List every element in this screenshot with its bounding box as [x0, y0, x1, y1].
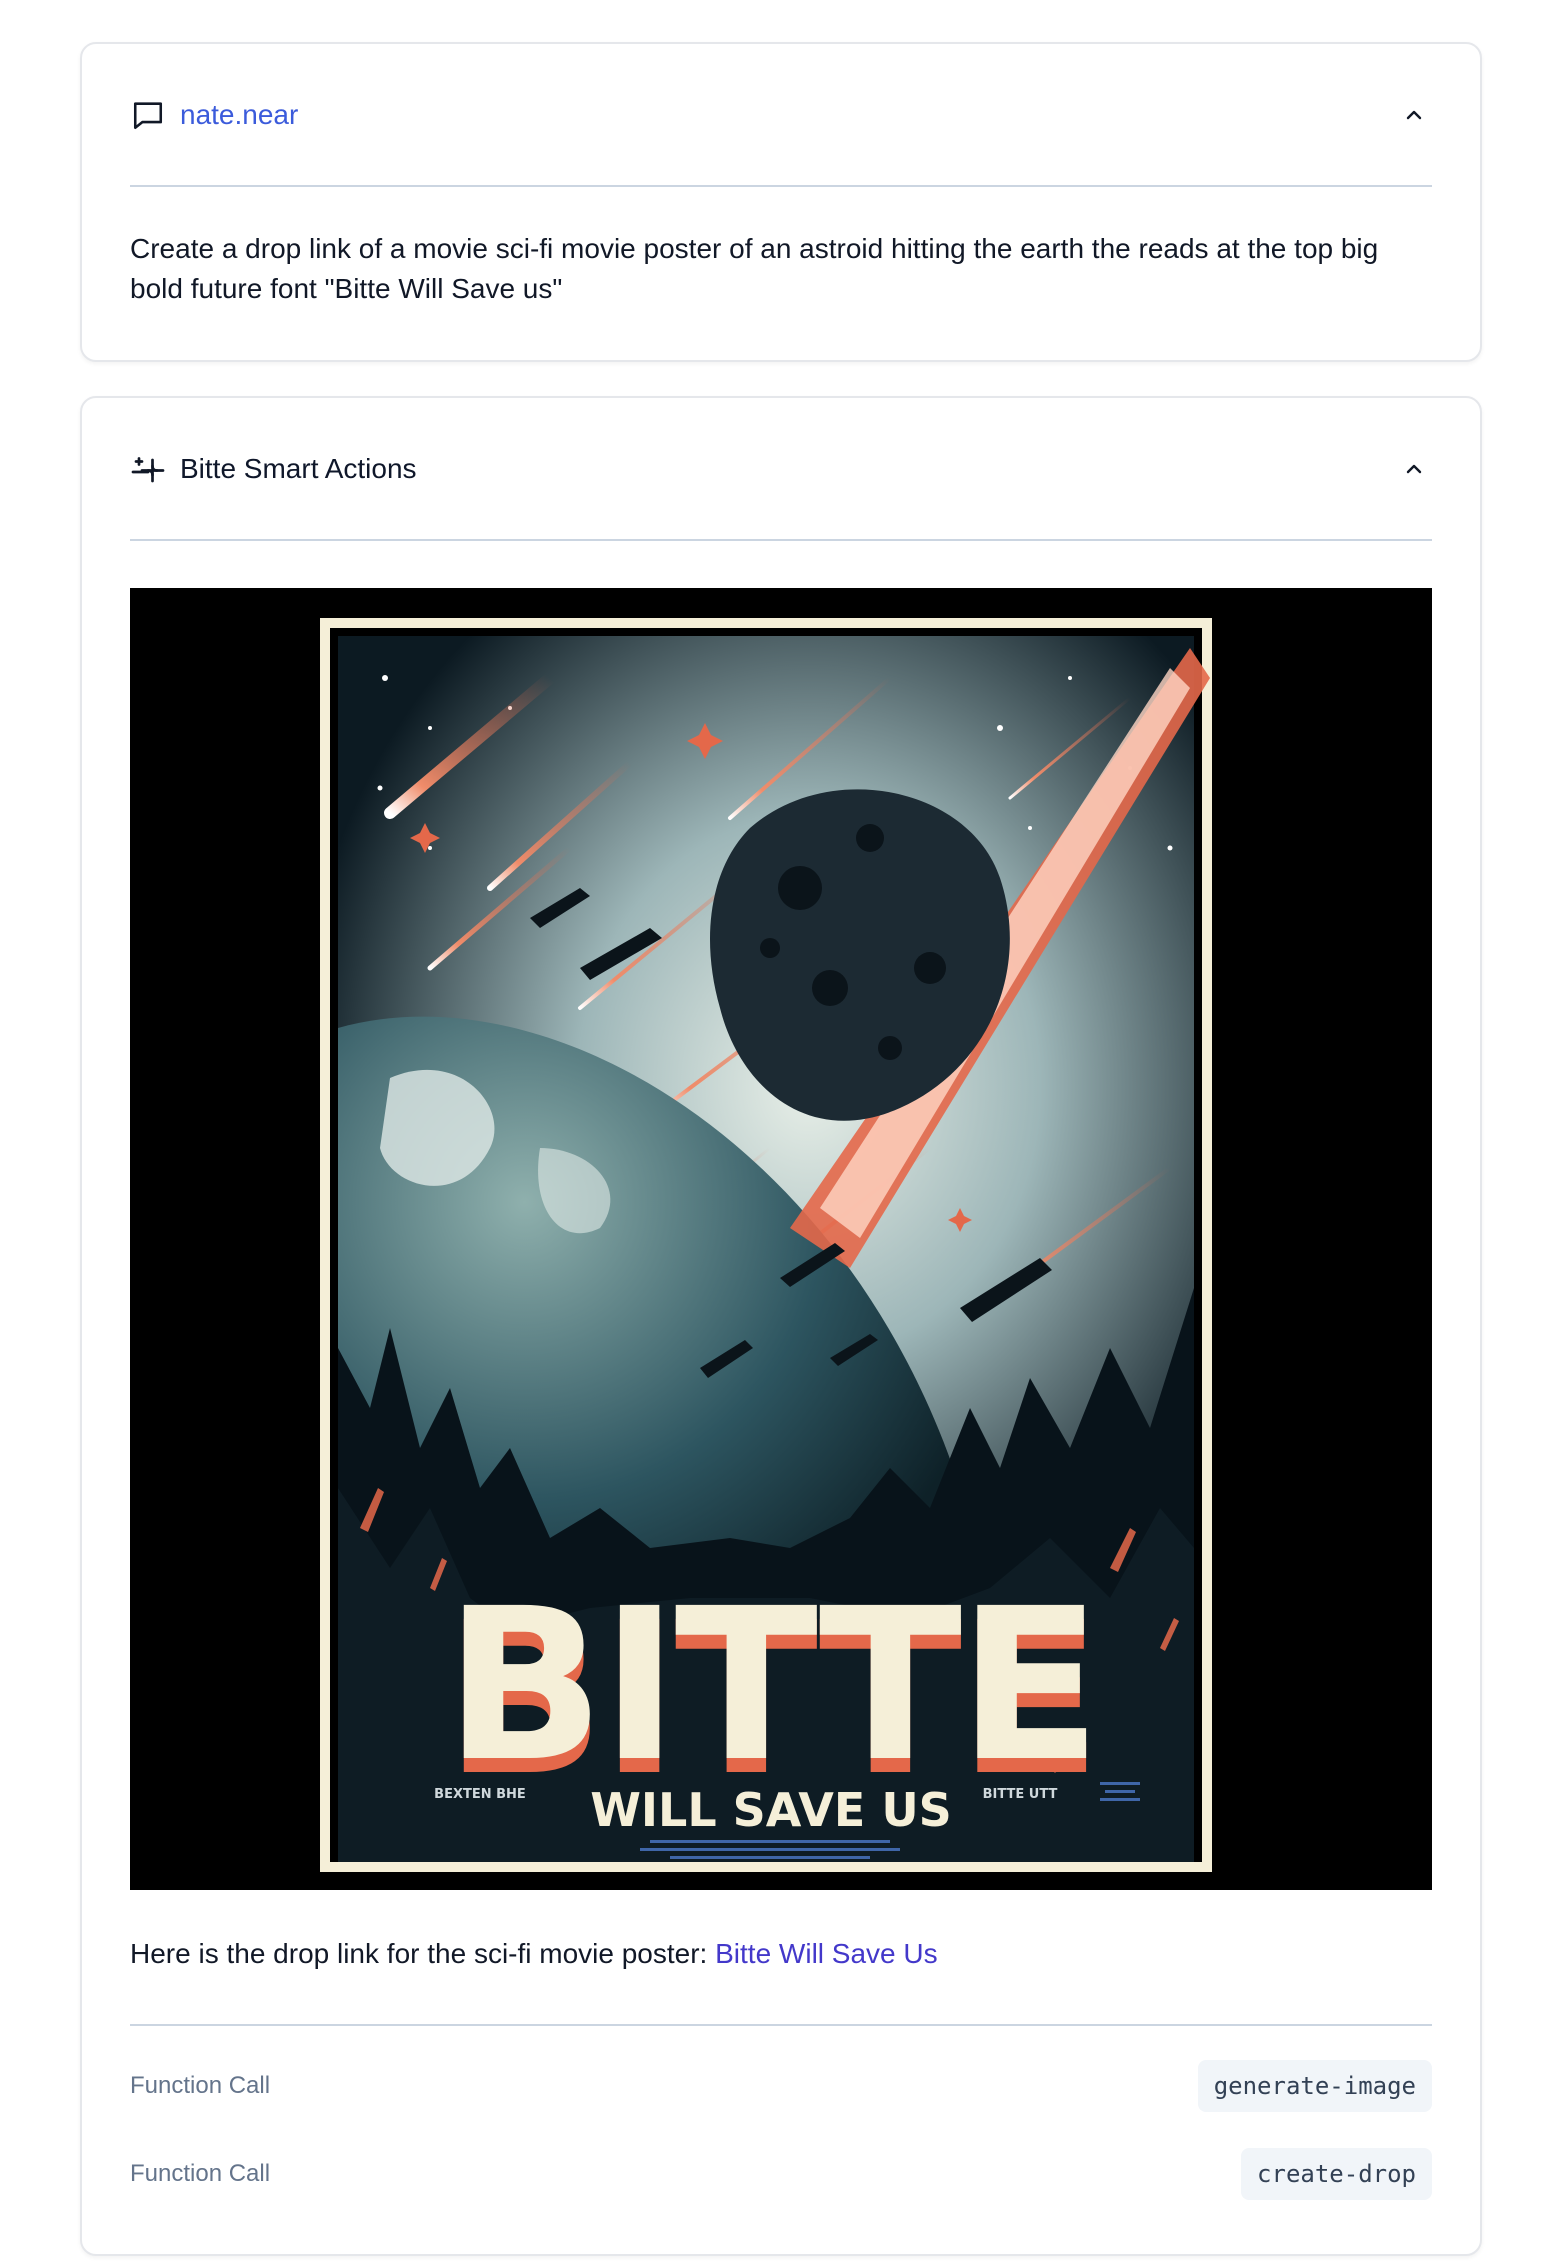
poster-right-credit: BITTE UTT: [983, 1787, 1058, 1802]
function-call-row: Function Call create-drop: [130, 2146, 1432, 2202]
function-call-chip[interactable]: create-drop: [1241, 2148, 1432, 2200]
function-call-label: Function Call: [130, 2160, 271, 2187]
poster-subhead: WILL SAVE US: [590, 1783, 952, 1837]
agent-message-card: Bitte Smart Actions BITTE BITTE WILL SAV…: [80, 396, 1482, 2256]
sparkle-icon: [130, 451, 166, 487]
generated-poster-image: BITTE BITTE WILL SAVE US BEXTEN BHE BITT…: [130, 588, 1432, 1890]
agent-title: Bitte Smart Actions: [180, 452, 417, 484]
poster-left-credit: BEXTEN BHE: [434, 1787, 526, 1802]
user-message-header[interactable]: nate.near: [130, 44, 1432, 187]
chevron-up-icon[interactable]: [1396, 451, 1432, 487]
user-message-text: Create a drop link of a movie sci-fi mov…: [130, 233, 1379, 304]
poster-headline-front: BITTE: [445, 1563, 1098, 1808]
drop-link-prefix: Here is the drop link for the sci-fi mov…: [130, 1938, 716, 1969]
agent-message-header[interactable]: Bitte Smart Actions: [130, 398, 1432, 541]
user-message-card: nate.near Create a drop link of a movie …: [80, 42, 1482, 362]
divider: [130, 2024, 1432, 2026]
function-call-chip[interactable]: generate-image: [1197, 2060, 1432, 2112]
username-link[interactable]: nate.near: [180, 99, 298, 131]
function-call-label: Function Call: [130, 2072, 271, 2099]
drop-link[interactable]: Bitte Will Save Us: [715, 1938, 938, 1969]
chat-bubble-icon: [130, 97, 166, 133]
chevron-up-icon[interactable]: [1396, 97, 1432, 133]
drop-link-message: Here is the drop link for the sci-fi mov…: [130, 1938, 938, 1970]
function-call-row: Function Call generate-image: [130, 2058, 1432, 2114]
